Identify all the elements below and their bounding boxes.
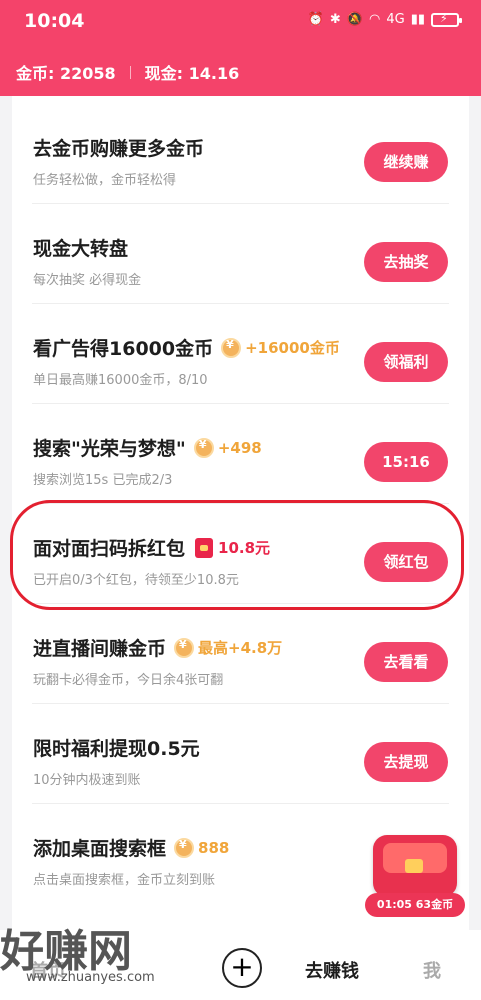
- battery-icon: ⚡: [431, 12, 462, 27]
- treasure-box-icon: [373, 835, 457, 897]
- cash-balance: 现金: 14.16: [144, 64, 240, 83]
- signal-icon: ▮▮: [410, 12, 425, 27]
- task-subtitle: 10分钟内极速到账: [33, 773, 141, 788]
- app-header: 10:04 ⏰ ✱ 🔕 ◠ 4G ▮▮ ⚡ 金币: 22058 现金: 14.1…: [0, 0, 481, 96]
- claim-red-packet-button[interactable]: 领红包: [364, 542, 448, 582]
- wallet-divider: [129, 65, 131, 79]
- task-row-withdraw[interactable]: 限时福利提现0.5元 10分钟内极速到账 去提现: [12, 704, 469, 804]
- task-row-watch-ads[interactable]: 看广告得16000金币 +16000金币 单日最高赚16000金币，8/10 领…: [12, 304, 469, 404]
- task-subtitle: 已开启0/3个红包，待领至少10.8元: [33, 573, 239, 588]
- task-title: 现金大转盘: [33, 238, 129, 260]
- countdown-button[interactable]: 15:16: [364, 442, 448, 482]
- task-row-search[interactable]: 搜索"光荣与梦想" +498 搜索浏览15s 已完成2/3 15:16: [12, 404, 469, 504]
- task-row-red-packet[interactable]: 面对面扫码拆红包 10.8元 已开启0/3个红包，待领至少10.8元 领红包: [12, 504, 469, 604]
- alarm-icon: ⏰: [307, 12, 324, 27]
- nav-plus-icon[interactable]: +: [222, 948, 262, 988]
- network-label: 4G: [386, 12, 405, 27]
- task-reward: +16000金币: [245, 339, 340, 357]
- status-bar: 10:04 ⏰ ✱ 🔕 ◠ 4G ▮▮ ⚡: [0, 0, 481, 44]
- treasure-timer: 01:05 63金币: [365, 893, 465, 917]
- task-list: 去金币购赚更多金币 任务轻松做，金币轻松得 继续赚 现金大转盘 每次抽奖 必得现…: [12, 96, 469, 946]
- task-reward: 10.8元: [218, 539, 271, 557]
- wallet-summary[interactable]: 金币: 22058 现金: 14.16: [16, 60, 239, 84]
- withdraw-button[interactable]: 去提现: [364, 742, 448, 782]
- nav-me[interactable]: 我: [423, 957, 441, 983]
- task-title: 搜索"光荣与梦想" +498: [33, 434, 262, 461]
- task-title: 看广告得16000金币 +16000金币: [33, 334, 340, 361]
- task-subtitle: 玩翻卡必得金币，今日余4张可翻: [33, 673, 224, 688]
- status-icons: ⏰ ✱ 🔕 ◠ 4G ▮▮ ⚡: [307, 12, 462, 27]
- status-time: 10:04: [24, 10, 85, 32]
- task-reward: +498: [217, 438, 262, 457]
- mute-icon: 🔕: [346, 12, 363, 27]
- task-row-live[interactable]: 进直播间赚金币 最高+4.8万 玩翻卡必得金币，今日余4张可翻 去看看: [12, 604, 469, 704]
- coin-icon: [174, 637, 195, 658]
- task-subtitle: 每次抽奖 必得现金: [33, 273, 142, 288]
- watch-button[interactable]: 去看看: [364, 642, 448, 682]
- coin-icon: [221, 337, 242, 358]
- task-reward: 最高+4.8万: [198, 639, 283, 657]
- task-reward: 888: [198, 838, 230, 857]
- floating-treasure-widget[interactable]: 01:05 63金币: [365, 835, 465, 925]
- task-subtitle: 任务轻松做，金币轻松得: [33, 173, 177, 188]
- bluetooth-icon: ✱: [329, 12, 341, 27]
- task-title: 面对面扫码拆红包 10.8元: [33, 537, 271, 560]
- claim-benefit-button[interactable]: 领福利: [364, 342, 448, 382]
- wifi-icon: ◠: [368, 12, 381, 27]
- nav-earn[interactable]: 去赚钱: [305, 957, 359, 983]
- watermark-url: www.zhuanyes.com: [26, 970, 155, 985]
- task-title: 去金币购赚更多金币: [33, 138, 205, 160]
- task-title: 限时福利提现0.5元: [33, 738, 200, 760]
- continue-earn-button[interactable]: 继续赚: [364, 142, 448, 182]
- task-subtitle: 搜索浏览15s 已完成2/3: [33, 473, 173, 488]
- task-subtitle: 点击桌面搜索框，金币立刻到账: [33, 873, 216, 888]
- task-title: 添加桌面搜索框 888: [33, 834, 229, 861]
- red-packet-icon: [195, 537, 214, 558]
- task-title: 进直播间赚金币 最高+4.8万: [33, 634, 282, 661]
- task-subtitle: 单日最高赚16000金币，8/10: [33, 373, 208, 388]
- task-row-buy-coins[interactable]: 去金币购赚更多金币 任务轻松做，金币轻松得 继续赚: [12, 104, 469, 204]
- coin-icon: [174, 837, 195, 858]
- task-row-wheel[interactable]: 现金大转盘 每次抽奖 必得现金 去抽奖: [12, 204, 469, 304]
- coin-icon: [193, 437, 214, 458]
- lottery-button[interactable]: 去抽奖: [364, 242, 448, 282]
- coins-balance: 金币: 22058: [16, 64, 116, 83]
